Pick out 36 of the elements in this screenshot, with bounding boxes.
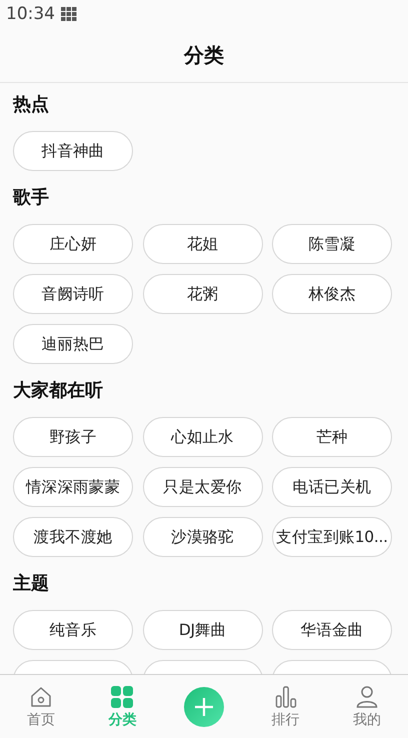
tag-chip[interactable]: 花粥	[142, 274, 262, 314]
tag-chip[interactable]: 庄心妍	[13, 224, 133, 264]
section-title: 歌手	[13, 186, 49, 210]
tag-chip[interactable]: 沙漠骆驼	[142, 517, 262, 557]
tag-chip[interactable]: 野孩子	[13, 417, 133, 457]
home-icon	[30, 686, 52, 708]
user-icon	[356, 686, 378, 708]
status-time: 10:34	[6, 4, 55, 24]
section-title: 大家都在听	[13, 379, 103, 403]
tag-chip[interactable]: 电话已关机	[272, 467, 392, 507]
tag-chip[interactable]: 抖音神曲	[13, 131, 133, 171]
bar-chart-icon	[274, 686, 297, 708]
tag-chip[interactable]: 林俊杰	[272, 274, 392, 314]
tag-chip[interactable]: 纯音乐	[13, 610, 133, 650]
tag-chip[interactable]: 支付宝到账10...	[272, 517, 392, 557]
nav-tab[interactable]: 首页	[0, 686, 82, 728]
section-title: 热点	[13, 93, 49, 117]
tag-chip[interactable]: 华语金曲	[272, 610, 392, 650]
tag-chip[interactable]: 音阙诗听	[13, 274, 133, 314]
nav-tab[interactable]: 排行	[244, 686, 326, 728]
tag-chip[interactable]: 芒种	[272, 417, 392, 457]
tag-chip[interactable]: 情深深雨蒙蒙	[13, 467, 133, 507]
page-title: 分类	[184, 42, 224, 68]
nav-tab[interactable]: 我的	[326, 686, 408, 728]
tag-chip[interactable]: 心如止水	[142, 417, 262, 457]
section-title: 主题	[13, 572, 49, 596]
tag-chip[interactable]: 渡我不渡她	[13, 517, 133, 557]
add-button[interactable]	[184, 686, 224, 726]
tag-chip[interactable]: DJ舞曲	[142, 610, 262, 650]
tag-chip[interactable]: 花姐	[142, 224, 262, 264]
plus-icon	[194, 696, 214, 716]
tag-chip[interactable]: 陈雪凝	[272, 224, 392, 264]
grid-icon	[61, 6, 77, 22]
tag-chip[interactable]: 迪丽热巴	[13, 324, 133, 364]
grid-icon	[111, 686, 134, 708]
tag-chip[interactable]: 只是太爱你	[142, 467, 262, 507]
